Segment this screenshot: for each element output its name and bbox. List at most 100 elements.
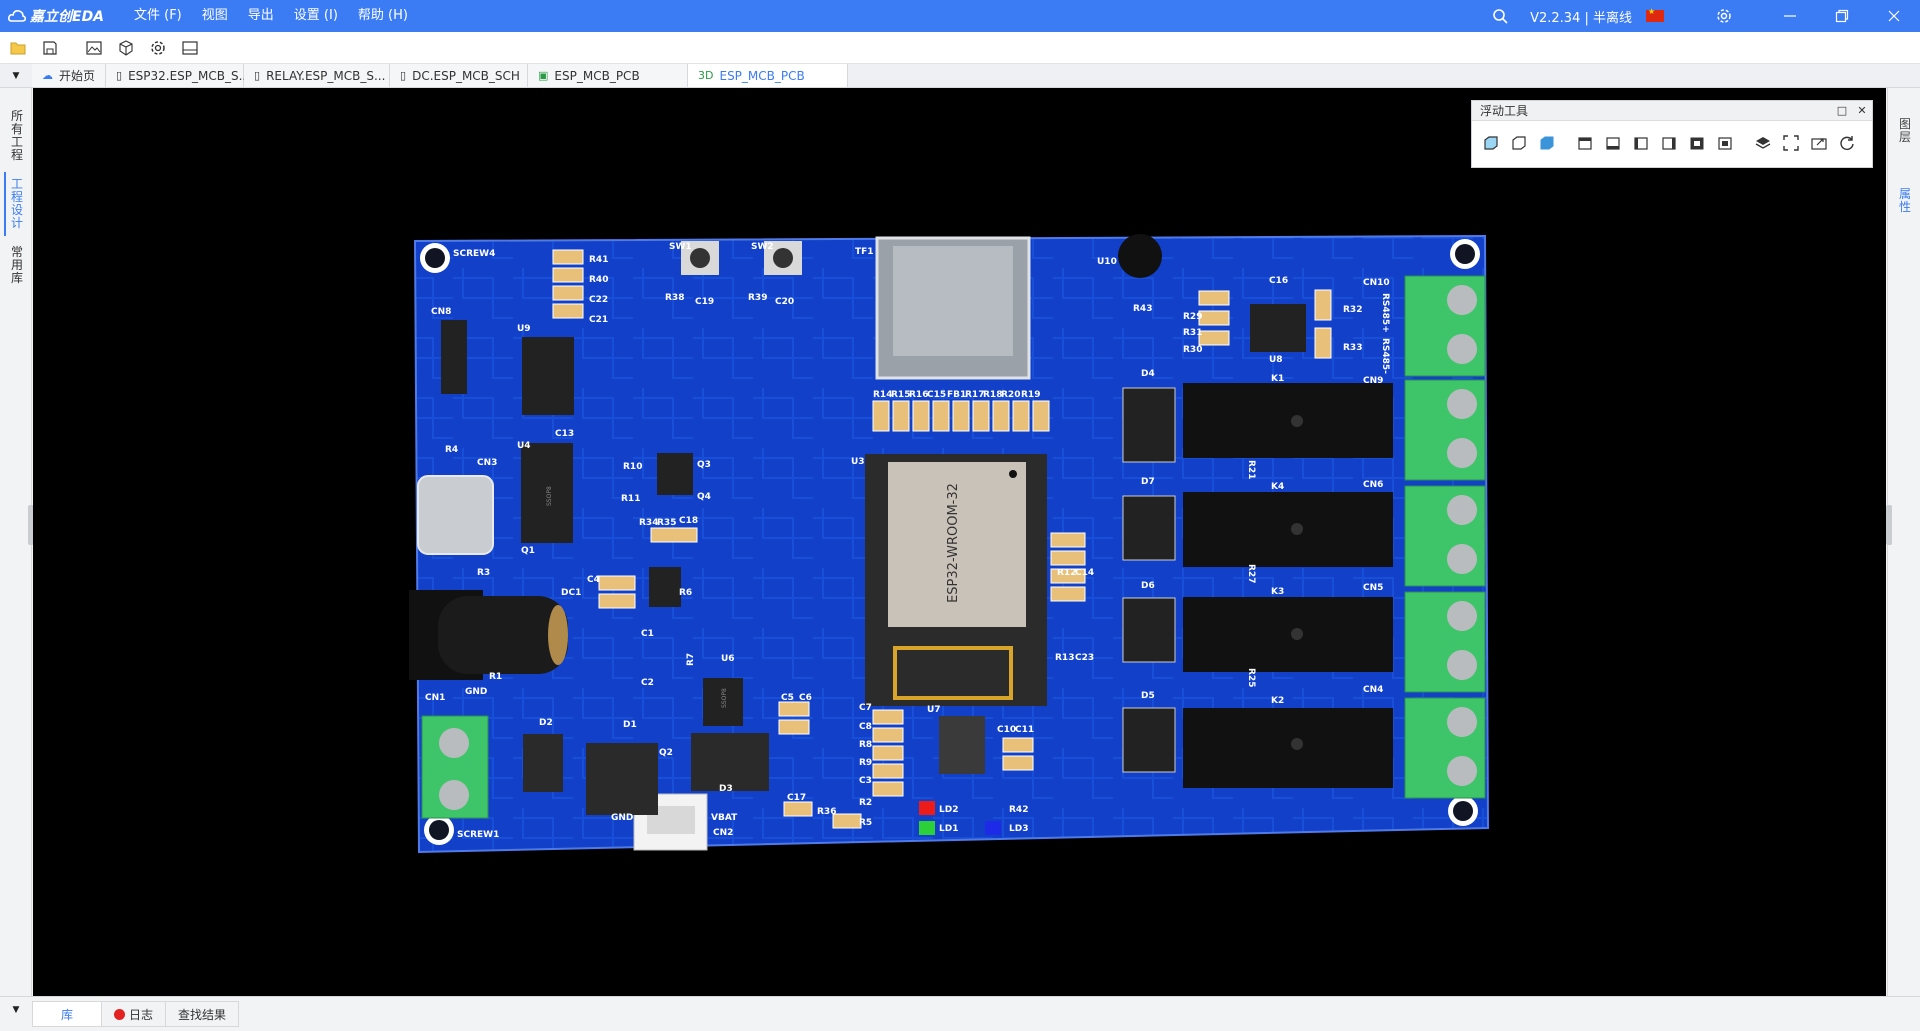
close-button[interactable] <box>1868 0 1920 32</box>
pcb-3d-model: ESP32-WROOM-32 SCREW4 SW1 SW2 R38 C19 R3… <box>409 234 1490 854</box>
minimize-button[interactable] <box>1764 0 1816 32</box>
tab-label: RELAY.ESP_MCB_S... <box>266 68 386 83</box>
close-icon[interactable]: ✕ <box>1852 104 1872 117</box>
silk-r21: R21 <box>1246 460 1256 479</box>
silk-q2: Q2 <box>659 748 673 758</box>
silk-k3: K3 <box>1271 587 1284 597</box>
silk-d7: D7 <box>1141 477 1155 487</box>
bottom-menu-icon[interactable]: ▼ <box>0 997 32 1023</box>
silk-c17: C17 <box>787 793 806 803</box>
silk-c8: C8 <box>859 722 872 732</box>
tab-pcb[interactable]: ▣ ESP_MCB_PCB <box>528 64 689 87</box>
menu-file[interactable]: 文件 (F) <box>124 0 192 32</box>
silk-r29: R29 <box>1183 312 1202 322</box>
view-iso-front-icon[interactable] <box>1478 131 1504 155</box>
silk-k4: K4 <box>1271 482 1284 492</box>
tab-relay-sch[interactable]: ▯ RELAY.ESP_MCB_S... <box>244 64 391 87</box>
3d-viewport[interactable]: ESP32-WROOM-32 SCREW4 SW1 SW2 R38 C19 R3… <box>33 88 1886 996</box>
silk-dc1: DC1 <box>561 588 581 598</box>
silk-c1: C1 <box>641 629 654 639</box>
view-front-icon[interactable] <box>1684 131 1710 155</box>
silk-cn3: CN3 <box>477 458 497 468</box>
right-collapse-handle[interactable] <box>1886 505 1892 545</box>
fit-view-icon[interactable] <box>1778 131 1804 155</box>
silk-r41: R41 <box>589 255 608 265</box>
save-icon[interactable] <box>36 35 64 61</box>
tab-esp32-sch[interactable]: ▯ ESP32.ESP_MCB_S... <box>106 64 250 87</box>
silk-r33: R33 <box>1343 343 1362 353</box>
silk-c10: C10 <box>997 725 1016 735</box>
left-tab-all-projects[interactable]: 所有工程 <box>4 104 28 168</box>
silk-r14: R14 <box>873 390 892 400</box>
menu-export[interactable]: 导出 <box>238 0 284 32</box>
tab-start-page[interactable]: ☁ 开始页 <box>32 64 107 87</box>
silk-r25: R25 <box>1246 668 1256 687</box>
view-back-icon[interactable] <box>1712 131 1738 155</box>
gear-icon[interactable] <box>1704 8 1744 24</box>
title-bar: 嘉立创EDA 文件 (F) 视图 导出 设置 (I) 帮助 (H) V2.2.3… <box>0 0 1920 32</box>
silk-r1: R1 <box>489 672 502 682</box>
silk-rs485p: RS485+ <box>1380 293 1390 333</box>
settings-icon[interactable] <box>144 35 172 61</box>
silk-d6: D6 <box>1141 581 1155 591</box>
cube-export-icon[interactable] <box>112 35 140 61</box>
bottom-panel-bar: ▼ 库 日志 查找结果 <box>0 996 1920 1031</box>
view-top-icon[interactable] <box>1572 131 1598 155</box>
language-flag-icon[interactable] <box>1646 7 1664 22</box>
silk-d2: D2 <box>539 718 553 728</box>
layers-icon[interactable] <box>1750 131 1776 155</box>
refresh-icon[interactable] <box>1834 131 1860 155</box>
folder-icon[interactable] <box>4 35 32 61</box>
tf-card-slot <box>875 236 1031 380</box>
silk-q4: Q4 <box>697 492 711 502</box>
silk-c18: C18 <box>679 516 698 526</box>
silk-gnd2: GND <box>611 813 633 823</box>
bottom-tab-label: 日志 <box>129 1007 154 1022</box>
image-icon[interactable] <box>80 35 108 61</box>
view-left-icon[interactable] <box>1628 131 1654 155</box>
silk-c5: C5 <box>781 693 794 703</box>
restore-button[interactable] <box>1816 0 1868 32</box>
floating-tool-panel[interactable]: 浮动工具 □ ✕ <box>1471 100 1873 168</box>
menu-settings[interactable]: 设置 (I) <box>284 0 348 32</box>
schematic-icon: ▯ <box>254 69 261 82</box>
right-tab-properties[interactable]: 属性 <box>1894 188 1916 214</box>
menu-help[interactable]: 帮助 (H) <box>348 0 418 32</box>
cloud-icon: ☁ <box>42 69 53 82</box>
left-tab-project-design[interactable]: 工程设计 <box>4 172 28 236</box>
export-view-icon[interactable] <box>1806 131 1832 155</box>
silk-r35: R35 <box>657 518 676 528</box>
silk-cn9: CN9 <box>1363 376 1383 386</box>
silk-c6: C6 <box>799 693 812 703</box>
silk-rs485m: RS485- <box>1380 338 1390 374</box>
left-tab-common-library[interactable]: 常用库 <box>4 240 28 291</box>
menu-view[interactable]: 视图 <box>192 0 238 32</box>
silk-tf1: TF1 <box>855 247 874 257</box>
toolbar <box>0 32 1920 64</box>
tab-3d-pcb[interactable]: 3D ESP_MCB_PCB <box>688 64 849 87</box>
version-text[interactable]: V2.2.34 | 半离线 <box>1530 7 1632 26</box>
floating-tool-header[interactable]: 浮动工具 □ ✕ <box>1472 101 1872 121</box>
panel-icon[interactable] <box>176 35 204 61</box>
app-logo-text: 嘉立创EDA <box>30 9 105 25</box>
silk-r11: R11 <box>621 494 640 504</box>
tab-menu-icon[interactable]: ▼ <box>0 64 32 87</box>
silk-u6: U6 <box>721 654 735 664</box>
bottom-tab-find-results[interactable]: 查找结果 <box>166 1001 240 1027</box>
search-icon[interactable] <box>1480 8 1520 24</box>
view-iso-shaded-icon[interactable] <box>1534 131 1560 155</box>
maximize-icon[interactable]: □ <box>1832 104 1852 117</box>
silk-r42: R42 <box>1009 805 1028 815</box>
bottom-tab-log[interactable]: 日志 <box>102 1001 167 1027</box>
silk-c22: C22 <box>589 295 608 305</box>
silk-c7: C7 <box>859 703 872 713</box>
view-right-icon[interactable] <box>1656 131 1682 155</box>
view-iso-back-icon[interactable] <box>1506 131 1532 155</box>
right-tab-layers[interactable]: 图层 <box>1894 118 1916 144</box>
bottom-tab-library[interactable]: 库 <box>32 1001 102 1027</box>
silk-c20: C20 <box>775 297 794 307</box>
silk-r20: R20 <box>1001 390 1020 400</box>
silk-cn5: CN5 <box>1363 583 1383 593</box>
view-bottom-icon[interactable] <box>1600 131 1626 155</box>
tab-dc-sch[interactable]: ▯ DC.ESP_MCB_SCH <box>390 64 529 87</box>
